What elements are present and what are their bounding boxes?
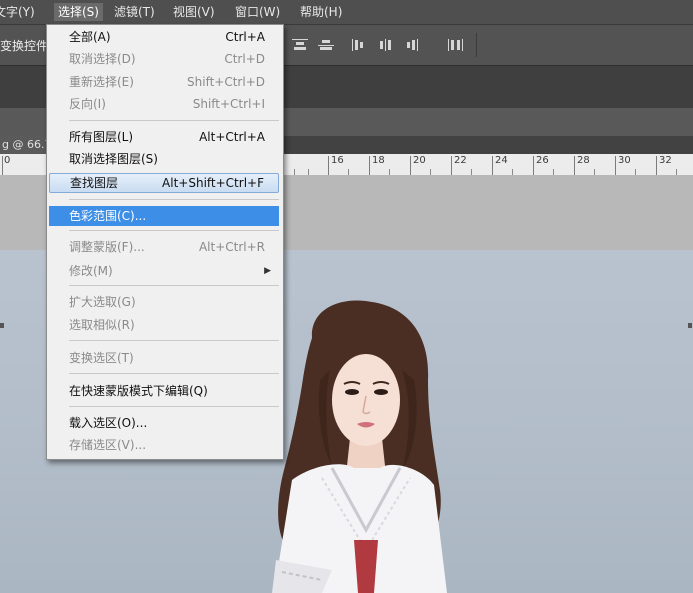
menu-separator [69,285,279,286]
submenu-arrow-icon: ▶ [264,266,271,276]
menu-item-load-selection[interactable]: 载入选区(O)... [49,413,279,433]
ruler-label: 20 [413,155,426,166]
menu-separator [69,120,279,121]
menu-item-find-layers[interactable]: 查找图层 Alt+Shift+Ctrl+F [49,173,279,193]
menu-type[interactable]: 文字(Y) [0,3,35,21]
menu-item-refine-mask[interactable]: 调整蒙版(F)... Alt+Ctrl+R [49,237,279,257]
menu-item-transform-selection[interactable]: 变换选区(T) [49,348,279,368]
menu-item-grow[interactable]: 扩大选取(G) [49,292,279,312]
canvas-edge-marker [688,323,692,328]
menu-item-color-range[interactable]: 色彩范围(C)... [49,206,279,226]
align-vcenter-icon[interactable] [318,39,334,51]
menu-item-inverse[interactable]: 反向(I) Shift+Ctrl+I [49,94,279,114]
menu-item-save-selection[interactable]: 存储选区(V)... [49,435,279,455]
align-hcenter-icon[interactable] [378,39,394,51]
distribute-icon[interactable] [448,39,464,51]
menu-view[interactable]: 视图(V) [173,3,215,21]
menu-filter[interactable]: 滤镜(T) [114,3,155,21]
menu-item-all[interactable]: 全部(A) Ctrl+A [49,27,279,47]
menu-separator [69,230,279,231]
menu-separator [69,373,279,374]
menu-help[interactable]: 帮助(H) [300,3,342,21]
menu-window[interactable]: 窗口(W) [235,3,280,21]
portrait-photo [272,300,447,593]
menu-item-similar[interactable]: 选取相似(R) [49,315,279,335]
menu-separator [69,406,279,407]
menu-separator [69,199,279,200]
ruler-label: 18 [372,155,385,166]
ruler-label: 30 [618,155,631,166]
align-top-icon[interactable] [292,39,308,51]
ruler-label: 24 [495,155,508,166]
options-separator [476,33,477,57]
ruler-label: 0 [4,155,11,166]
ruler-label: 32 [659,155,672,166]
align-left-icon[interactable] [352,39,368,51]
transform-controls-label[interactable]: 变换控件 [0,37,48,54]
ruler-label: 28 [577,155,590,166]
ruler-label: 26 [536,155,549,166]
menu-select[interactable]: 选择(S) [54,3,103,21]
menu-bar: 文字(Y) 选择(S) 滤镜(T) 视图(V) 窗口(W) 帮助(H) [0,0,693,25]
ruler-label: 16 [331,155,344,166]
ruler-label: 22 [454,155,467,166]
select-menu-dropdown: 全部(A) Ctrl+A 取消选择(D) Ctrl+D 重新选择(E) Shift+C… [46,24,284,460]
align-right-icon[interactable] [404,39,420,51]
menu-item-deselect[interactable]: 取消选择(D) Ctrl+D [49,49,279,69]
menu-item-deselect-layers[interactable]: 取消选择图层(S) [49,149,279,169]
menu-separator [69,340,279,341]
menu-item-all-layers[interactable]: 所有图层(L) Alt+Ctrl+A [49,127,279,147]
menu-item-modify[interactable]: 修改(M) ▶ [49,261,279,281]
menu-item-reselect[interactable]: 重新选择(E) Shift+Ctrl+D [49,72,279,92]
menu-item-quick-mask[interactable]: 在快速蒙版模式下编辑(Q) [49,381,279,401]
canvas-edge-marker [0,323,4,328]
